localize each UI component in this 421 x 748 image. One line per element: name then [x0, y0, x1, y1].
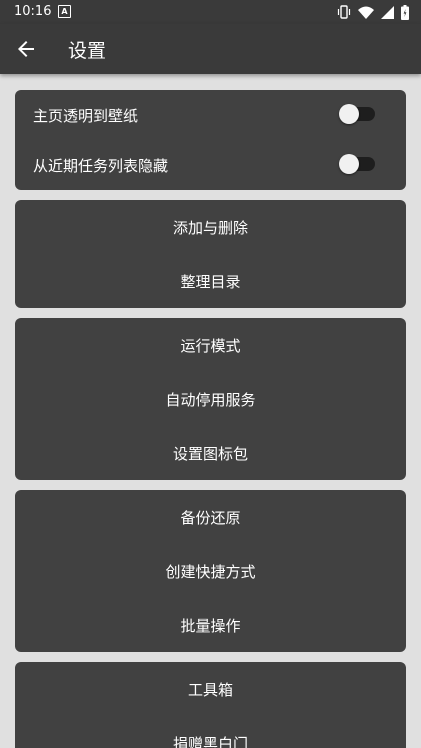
arrow-back-icon [18, 41, 34, 57]
menu-card-service: 运行模式 自动停用服务 设置图标包 [15, 318, 406, 480]
transparent-wallpaper-switch[interactable] [339, 104, 375, 124]
hide-recents-switch[interactable] [339, 154, 375, 174]
toggle-label: 从近期任务列表隐藏 [33, 157, 169, 175]
battery-icon [401, 4, 409, 20]
menu-item-toolbox[interactable]: 工具箱 [15, 663, 406, 717]
page-title: 设置 [68, 40, 107, 62]
vibrate-icon [337, 5, 351, 19]
toggle-row-transparent-wallpaper[interactable]: 主页透明到壁纸 [15, 90, 406, 140]
signal-icon [381, 5, 394, 19]
switch-thumb [339, 104, 359, 124]
menu-item-auto-disable-service[interactable]: 自动停用服务 [15, 373, 406, 427]
menu-item-add-remove[interactable]: 添加与删除 [15, 201, 406, 255]
toggle-row-hide-recents[interactable]: 从近期任务列表隐藏 [15, 140, 406, 190]
status-bar: 10:16 A [0, 0, 421, 24]
menu-item-backup-restore[interactable]: 备份还原 [15, 491, 406, 545]
menu-card-tools: 工具箱 捐赠黑白门 [15, 662, 406, 748]
wifi-icon [358, 6, 374, 19]
toggle-label: 主页透明到壁纸 [33, 107, 139, 125]
menu-item-create-shortcut[interactable]: 创建快捷方式 [15, 545, 406, 599]
app-toolbar: 设置 [0, 24, 421, 74]
menu-card-apps: 添加与删除 整理目录 [15, 200, 406, 308]
toggle-card: 主页透明到壁纸 从近期任务列表隐藏 [15, 90, 406, 190]
menu-item-icon-pack[interactable]: 设置图标包 [15, 427, 406, 481]
menu-item-organize-directory[interactable]: 整理目录 [15, 255, 406, 309]
status-time: 10:16 [14, 4, 52, 19]
notification-badge: A [58, 5, 71, 18]
menu-item-run-mode[interactable]: 运行模式 [15, 319, 406, 373]
menu-item-donate[interactable]: 捐赠黑白门 [15, 717, 406, 748]
menu-item-batch-operation[interactable]: 批量操作 [15, 599, 406, 653]
switch-thumb [339, 154, 359, 174]
menu-card-backup: 备份还原 创建快捷方式 批量操作 [15, 490, 406, 652]
back-button[interactable] [14, 37, 38, 61]
